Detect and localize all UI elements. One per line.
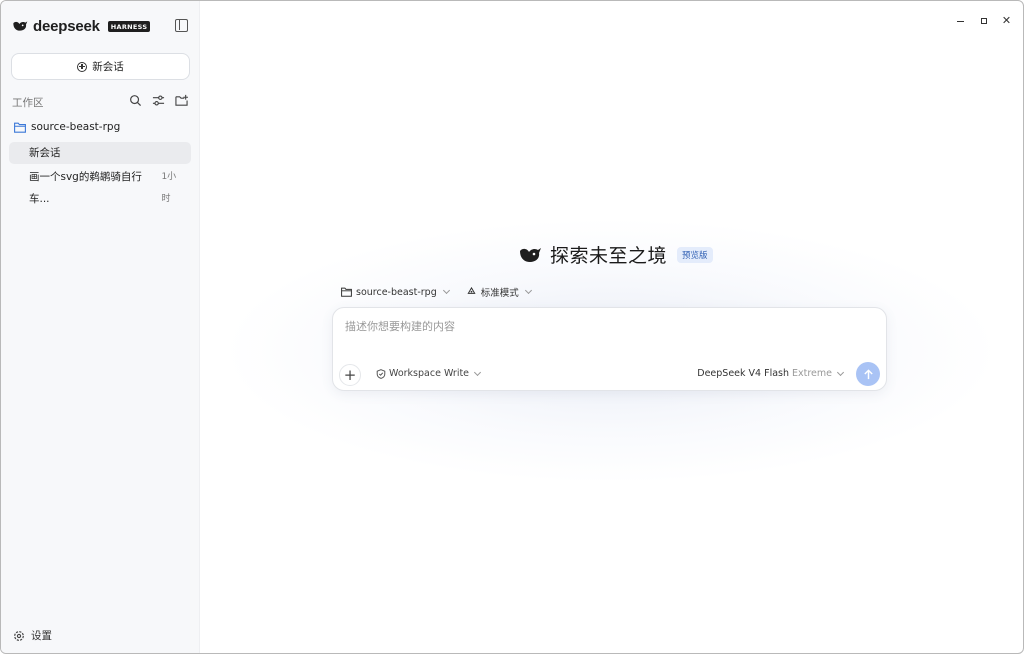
chevron-down-icon [442,286,450,295]
whale-logo-icon [13,21,28,31]
model-mode: Extreme [792,368,832,379]
chevron-down-icon [524,286,532,295]
prompt-input[interactable] [345,320,845,333]
settings-label: 设置 [31,630,52,642]
plus-circle-icon [77,61,88,72]
chevron-down-icon [473,368,482,376]
context-row: source-beast-rpg 标准模式 [341,285,532,299]
close-icon: ✕ [1001,14,1012,27]
conversation-item-active[interactable]: 新会话 [9,142,191,164]
brand-badge: HARNESS [107,20,151,32]
hero-title: 探索未至之境 [550,245,668,267]
folder-icon [14,122,26,133]
project-name: source-beast-rpg [31,121,121,133]
preview-badge: 预览版 [677,246,713,263]
chevron-down-icon [836,368,845,376]
folder-icon [341,287,352,297]
project-selector[interactable]: source-beast-rpg [341,285,450,299]
model-name: DeepSeek V4 Flash [697,368,789,379]
search-icon[interactable] [129,94,142,107]
maximize-icon [980,18,987,24]
conversation-title: 新会话 [29,147,61,159]
project-selector-label: source-beast-rpg [356,286,437,298]
permission-label: Workspace Write [389,368,470,379]
permission-selector[interactable]: Workspace Write [376,368,482,379]
whale-logo-icon [520,247,541,262]
app-window: deepseek HARNESS 新会话 工作区 source-beast-rp… [0,0,1024,654]
shield-icon [376,368,386,379]
sidebar: deepseek HARNESS 新会话 工作区 source-beast-rp… [1,1,200,653]
maximize-button[interactable] [972,13,995,29]
add-attachment-button[interactable]: + [339,364,361,386]
model-selector[interactable]: DeepSeek V4 Flash Extreme [697,368,845,379]
new-chat-label: 新会话 [92,61,124,73]
gear-icon [14,630,24,641]
new-chat-button[interactable]: 新会话 [11,53,190,80]
recycle-icon [467,287,476,294]
composer: + Workspace Write DeepSeek V4 Flash Extr… [332,307,887,391]
workspace-tools [129,94,188,107]
sidebar-toggle-icon[interactable] [175,19,188,32]
minimize-button[interactable] [949,13,972,29]
project-item[interactable]: source-beast-rpg [14,121,120,133]
conversation-title: 画一个svg的鹈鹕骑自行车... [29,171,142,205]
close-button[interactable]: ✕ [995,13,1018,29]
minimize-icon [957,20,964,22]
workspace-label: 工作区 [12,97,44,109]
window-controls: ✕ [949,13,1018,29]
arrow-up-icon [863,368,873,379]
settings-button[interactable]: 设置 [13,628,52,643]
filter-icon[interactable] [152,94,165,107]
send-button[interactable] [856,362,880,386]
brand: deepseek HARNESS [12,17,151,35]
conversation-item[interactable]: 画一个svg的鹈鹕骑自行车... 1小时 [9,166,191,205]
mode-selector-label: 标准模式 [480,288,519,299]
new-folder-icon[interactable] [175,94,188,107]
conversation-time: 1小时 [161,172,177,204]
brand-name: deepseek [33,17,100,35]
hero: 探索未至之境 预览版 [518,241,713,268]
mode-selector[interactable]: 标准模式 [466,285,532,299]
